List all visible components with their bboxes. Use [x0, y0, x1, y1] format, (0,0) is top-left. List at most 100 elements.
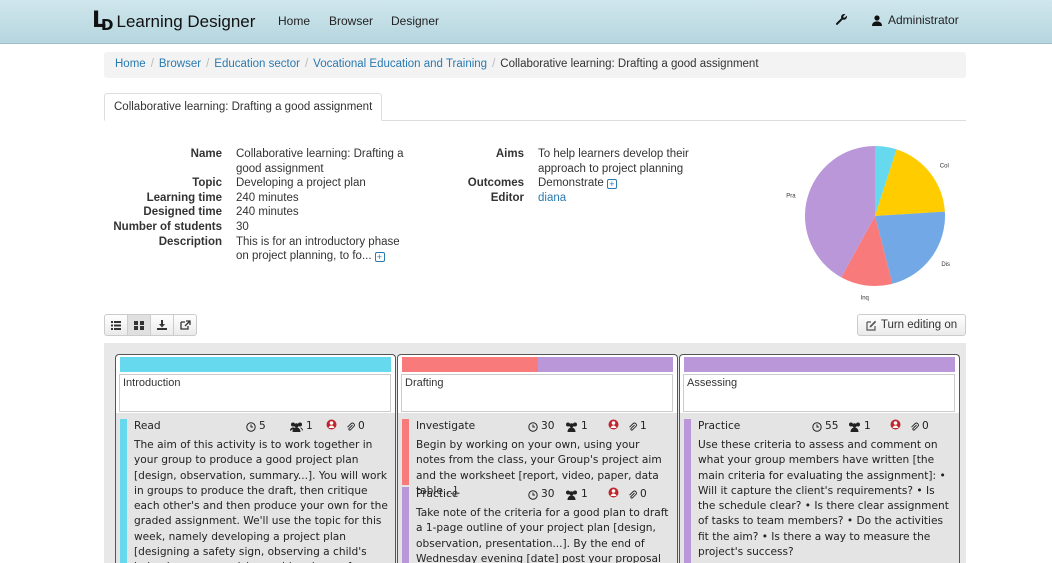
brand-name: Learning Designer: [116, 11, 256, 31]
paperclip-icon: [629, 422, 637, 431]
description-label: Description: [158, 235, 222, 248]
designed-time-value: 240 minutes: [236, 206, 299, 219]
activity-card[interactable]: Read 5 1 0 The aim of this activity is t…: [120, 419, 390, 563]
app-logo: LD: [92, 8, 114, 34]
top-navbar: LD Learning Designer Home Browser Design…: [0, 0, 1052, 44]
clock-icon: [812, 421, 822, 432]
activity-type: Read: [134, 420, 161, 432]
breadcrumb-browser[interactable]: Browser: [159, 58, 201, 70]
column-title[interactable]: Drafting: [401, 374, 673, 412]
editor-label: Editor: [490, 191, 524, 204]
outcomes-label: Outcomes: [467, 177, 524, 190]
topic-label: Topic: [192, 177, 222, 190]
user-menu[interactable]: Administrator: [872, 13, 959, 27]
design-properties: Name Collaborative learning: Drafting a g…: [104, 147, 412, 264]
activity-type-stripe: [402, 419, 409, 485]
nav-browser[interactable]: Browser: [329, 14, 373, 28]
people-icon: [566, 490, 577, 500]
duration-stat: 55: [812, 419, 838, 434]
designed-time-label: Designed time: [143, 206, 222, 219]
column-title[interactable]: Introduction: [119, 374, 391, 412]
tla-column-assessing: Assessing Practice 55 1 0 Use these crit…: [679, 354, 960, 563]
tutor-icon: [608, 419, 622, 430]
group-size-stat: 1: [565, 487, 588, 502]
pie-label-pra: Pra: [786, 194, 796, 200]
tab-design[interactable]: Collaborative learning: Drafting a good …: [104, 93, 383, 121]
people-icon: [290, 422, 303, 432]
column-title[interactable]: Assessing: [683, 374, 955, 412]
editor-link[interactable]: diana: [538, 192, 566, 204]
group-size-stat: 1: [848, 419, 871, 434]
group-size-stat: 1: [290, 419, 313, 434]
outcomes-value: Demonstrate: [538, 177, 604, 190]
pie-label-inq: Inq: [861, 295, 869, 301]
paperclip-icon: [629, 490, 637, 499]
aims-value: To help learners develop their approach …: [538, 148, 689, 175]
expand-description-icon[interactable]: +: [374, 252, 385, 263]
learning-types-pie-chart: AcqColDisInqPra: [786, 146, 950, 301]
activity-type: Practice: [416, 488, 459, 500]
nav-home[interactable]: Home: [278, 14, 310, 28]
topic-value: Developing a project plan: [236, 177, 366, 190]
duration-stat: 30: [528, 487, 554, 502]
activity-description: Use these criteria to assess and comment…: [698, 439, 949, 559]
resources-stat: 0: [628, 487, 647, 502]
tla-column-introduction: Introduction Read 5 1 0 The aim of this …: [115, 354, 396, 563]
nav-designer[interactable]: Designer: [391, 14, 439, 28]
tutor-icon: [326, 419, 340, 430]
user-name: Administrator: [888, 13, 959, 27]
wrench-icon[interactable]: [835, 13, 854, 26]
duration-stat: 30: [528, 419, 554, 434]
design-aims: Aims To help learners develop their appro…: [446, 147, 708, 205]
activity-description: The aim of this activity is to work toge…: [134, 439, 388, 563]
column-color-bar: [402, 357, 673, 372]
people-icon: [566, 422, 577, 432]
clock-icon: [528, 489, 538, 500]
grid-view-icon[interactable]: [127, 314, 151, 336]
paperclip-icon: [911, 422, 919, 431]
turn-editing-on-label: Turn editing on: [880, 319, 958, 331]
edit-icon: [866, 320, 877, 331]
people-icon: [849, 422, 860, 432]
pie-label-col: Col: [940, 164, 949, 170]
download-icon[interactable]: [150, 314, 174, 336]
tla-column-drafting: Drafting Investigate 30 1 1 Begin by wor…: [397, 354, 678, 563]
activity-card[interactable]: Practice 30 1 0 Take note of the criteri…: [402, 487, 672, 563]
students-value: 30: [236, 220, 249, 233]
activity-type: Practice: [698, 420, 741, 432]
activity-type-stripe: [684, 419, 691, 563]
clock-icon: [246, 421, 256, 432]
activity-card[interactable]: Investigate 30 1 1 Begin by working on y…: [402, 419, 672, 497]
share-icon[interactable]: [173, 314, 197, 336]
activity-type: Investigate: [416, 420, 476, 432]
aims-label: Aims: [495, 148, 524, 160]
activity-card[interactable]: Practice 55 1 0 Use these criteria to as…: [684, 419, 954, 563]
resources-stat: 0: [910, 419, 929, 434]
duration-stat: 5: [246, 419, 266, 434]
breadcrumb-home[interactable]: Home: [115, 58, 146, 70]
resources-stat: 0: [346, 419, 365, 434]
pie-label-dis: Dis: [941, 262, 950, 268]
breadcrumb-vet[interactable]: Vocational Education and Training: [313, 58, 487, 70]
learning-time-label: Learning time: [146, 191, 222, 204]
brand[interactable]: LD Learning Designer: [92, 8, 255, 35]
learning-time-value: 240 minutes: [236, 191, 299, 204]
expand-outcomes-icon[interactable]: +: [606, 179, 617, 190]
view-toolbar: [104, 314, 197, 336]
design-name: Collaborative learning: Drafting a good …: [236, 148, 404, 175]
students-label: Number of students: [113, 220, 222, 233]
turn-editing-on-button[interactable]: Turn editing on: [857, 314, 966, 336]
user-icon: [872, 14, 882, 26]
group-size-stat: 1: [565, 419, 588, 434]
paperclip-icon: [347, 422, 355, 431]
activity-type-stripe: [402, 487, 409, 563]
breadcrumb: Home / Browser / Education sector / Vocational…: [104, 52, 966, 78]
tutor-icon: [608, 487, 622, 498]
activity-description: Take note of the criteria for a good pla…: [416, 507, 669, 563]
list-view-icon[interactable]: [104, 314, 128, 336]
resources-stat: 1: [628, 419, 647, 434]
clock-icon: [528, 421, 538, 432]
column-color-bar: [684, 357, 955, 372]
breadcrumb-education-sector[interactable]: Education sector: [214, 58, 300, 70]
breadcrumb-current: Collaborative learning: Drafting a good …: [500, 58, 759, 70]
